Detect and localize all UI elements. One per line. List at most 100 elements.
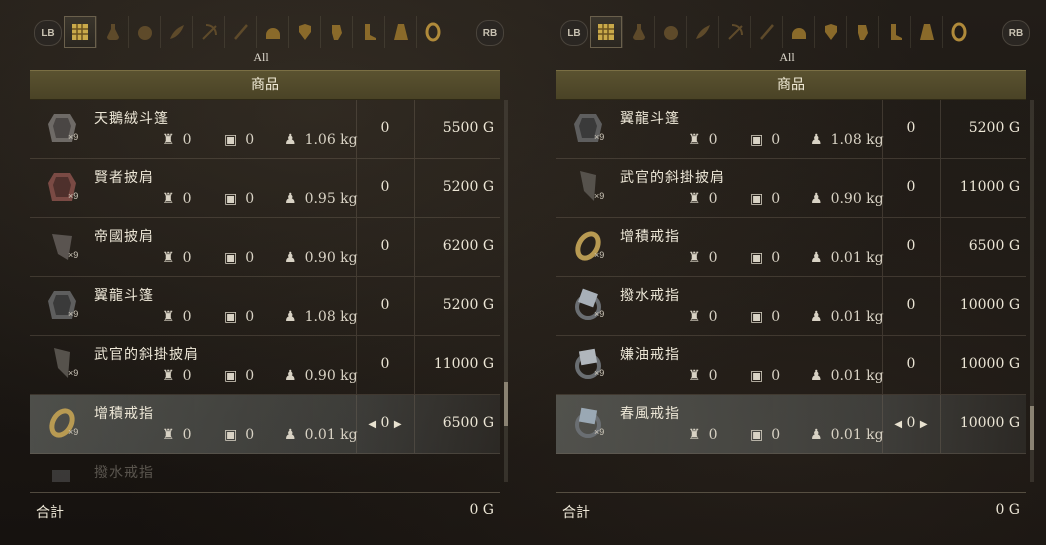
item-price: 6500 G [968,238,1020,254]
item-price: 10000 G [959,356,1020,372]
tab-arms[interactable] [320,16,353,48]
cloak-tab-icon [394,24,408,40]
tab-sword[interactable] [750,16,783,48]
buy-count[interactable]: 0 [356,238,414,254]
owned-icon: ♜ [162,427,175,443]
item-list: ×9 天鵝絨斗篷 ♜ 0 ▣ 0 ♟ 1.06 kg 0 5500 G ×9 賢者披肩… [30,100,500,482]
tab-all[interactable] [590,16,622,48]
tab-body[interactable] [288,16,321,48]
tab-material[interactable] [160,16,193,48]
buy-stepper[interactable]: ◀ 0 ▶ [882,415,940,431]
list-item[interactable]: ×9 撥水戒指 ♜ 0 ▣ 0 ♟ 0.01 kg 0 10000 G [556,277,1026,336]
list-item[interactable]: ×9 帝國披肩 ♜ 0 ▣ 0 ♟ 0.90 kg 0 6200 G [30,218,500,277]
tab-potion[interactable] [622,16,655,48]
tab-cloak[interactable] [384,16,417,48]
list-item[interactable]: ×9 翼龍斗篷 ♜ 0 ▣ 0 ♟ 1.08 kg 0 5200 G [30,277,500,336]
item-price: 11000 G [959,179,1020,195]
potion-icon [633,24,645,40]
owned-icon: ♜ [688,250,701,266]
buy-count[interactable]: 0 [356,179,414,195]
weight-icon: ♟ [810,191,823,207]
list-item[interactable]: ×9 翼龍斗篷 ♜ 0 ▣ 0 ♟ 1.08 kg 0 5200 G [556,100,1026,159]
buy-count[interactable]: 0 [882,356,940,372]
tab-arms[interactable] [846,16,879,48]
tab-all[interactable] [64,16,96,48]
total-label: 合計 [562,505,590,521]
bow-icon [202,24,217,40]
item-name: 增積戒指 [620,229,680,245]
bow-icon [728,24,743,40]
item-owned: 0 [182,368,192,384]
category-label: All [779,50,795,64]
storage-icon: ▣ [750,368,764,384]
buy-count[interactable]: 0 [356,356,414,372]
tab-material[interactable] [686,16,719,48]
list-item[interactable]: 撥水戒指 [30,454,500,482]
total-value: 0 G [995,502,1020,518]
tab-food[interactable] [128,16,161,48]
list-item-selected[interactable]: ×9 增積戒指 ♜ 0 ▣ 0 ♟ 0.01 kg ◀ 0 ▶ 6500 G [30,395,500,454]
storage-icon: ▣ [224,132,238,148]
item-weight: 1.08 kg [830,132,884,148]
gem-ring-icon [575,288,601,320]
tab-legs[interactable] [352,16,385,48]
item-name: 武官的斜掛披肩 [620,170,725,186]
item-quantity: ×9 [594,191,605,201]
list-item[interactable]: ×9 嫌油戒指 ♜ 0 ▣ 0 ♟ 0.01 kg 0 10000 G [556,336,1026,395]
item-list: ×9 翼龍斗篷 ♜ 0 ▣ 0 ♟ 1.08 kg 0 5200 G ×9 武官的斜掛… [556,100,1026,482]
item-owned: 0 [182,250,192,266]
scrollbar[interactable] [504,100,508,482]
scrollbar[interactable] [1030,100,1034,482]
tab-head[interactable] [256,16,289,48]
weight-icon: ♟ [284,191,297,207]
item-name: 撥水戒指 [620,288,680,304]
weight-icon: ♟ [810,427,823,443]
decrease-arrow-icon[interactable]: ◀ [894,419,902,430]
weight-icon: ♟ [810,132,823,148]
lb-button[interactable]: LB [560,20,588,46]
list-item[interactable]: ×9 天鵝絨斗篷 ♜ 0 ▣ 0 ♟ 1.06 kg 0 5500 G [30,100,500,159]
buy-count[interactable]: 0 [356,297,414,313]
item-weight: 0.90 kg [304,368,358,384]
rb-button[interactable]: RB [476,20,504,46]
tab-ring[interactable] [942,16,975,48]
tab-bow[interactable] [192,16,225,48]
scroll-thumb[interactable] [504,382,508,426]
list-item[interactable]: ×9 增積戒指 ♜ 0 ▣ 0 ♟ 0.01 kg 0 6500 G [556,218,1026,277]
item-quantity: ×9 [594,309,605,319]
increase-arrow-icon[interactable]: ▶ [920,419,928,430]
buy-count[interactable]: 0 [882,297,940,313]
item-name: 春風戒指 [620,406,680,422]
tab-potion[interactable] [96,16,129,48]
buy-count[interactable]: 0 [356,120,414,136]
food-icon [664,26,678,40]
tab-ring[interactable] [416,16,449,48]
tab-bow[interactable] [718,16,751,48]
tab-head[interactable] [782,16,815,48]
list-item-selected[interactable]: ×9 春風戒指 ♜ 0 ▣ 0 ♟ 0.01 kg ◀ 0 ▶ 10000 G [556,395,1026,454]
tab-body[interactable] [814,16,847,48]
buy-count[interactable]: 0 [882,238,940,254]
list-item[interactable]: ×9 武官的斜掛披肩 ♜ 0 ▣ 0 ♟ 0.90 kg 0 11000 G [556,159,1026,218]
decrease-arrow-icon[interactable]: ◀ [368,419,376,430]
list-header: 商品 [556,70,1026,100]
buy-stepper[interactable]: ◀ 0 ▶ [356,415,414,431]
herb-icon [170,25,184,39]
rb-button[interactable]: RB [1002,20,1030,46]
list-item[interactable]: ×9 武官的斜掛披肩 ♜ 0 ▣ 0 ♟ 0.90 kg 0 11000 G [30,336,500,395]
tab-sword[interactable] [224,16,257,48]
buy-count[interactable]: 0 [882,120,940,136]
item-name: 翼龍斗篷 [620,111,680,127]
tab-legs[interactable] [878,16,911,48]
increase-arrow-icon[interactable]: ▶ [394,419,402,430]
armor-icon [825,24,837,40]
tab-cloak[interactable] [910,16,943,48]
lb-button[interactable]: LB [34,20,62,46]
scroll-thumb[interactable] [1030,406,1034,450]
buy-count[interactable]: 0 [882,179,940,195]
gauntlet-icon [858,25,868,40]
owned-icon: ♜ [162,132,175,148]
item-name: 帝國披肩 [94,229,154,245]
tab-food[interactable] [654,16,687,48]
list-item[interactable]: ×9 賢者披肩 ♜ 0 ▣ 0 ♟ 0.95 kg 0 5200 G [30,159,500,218]
